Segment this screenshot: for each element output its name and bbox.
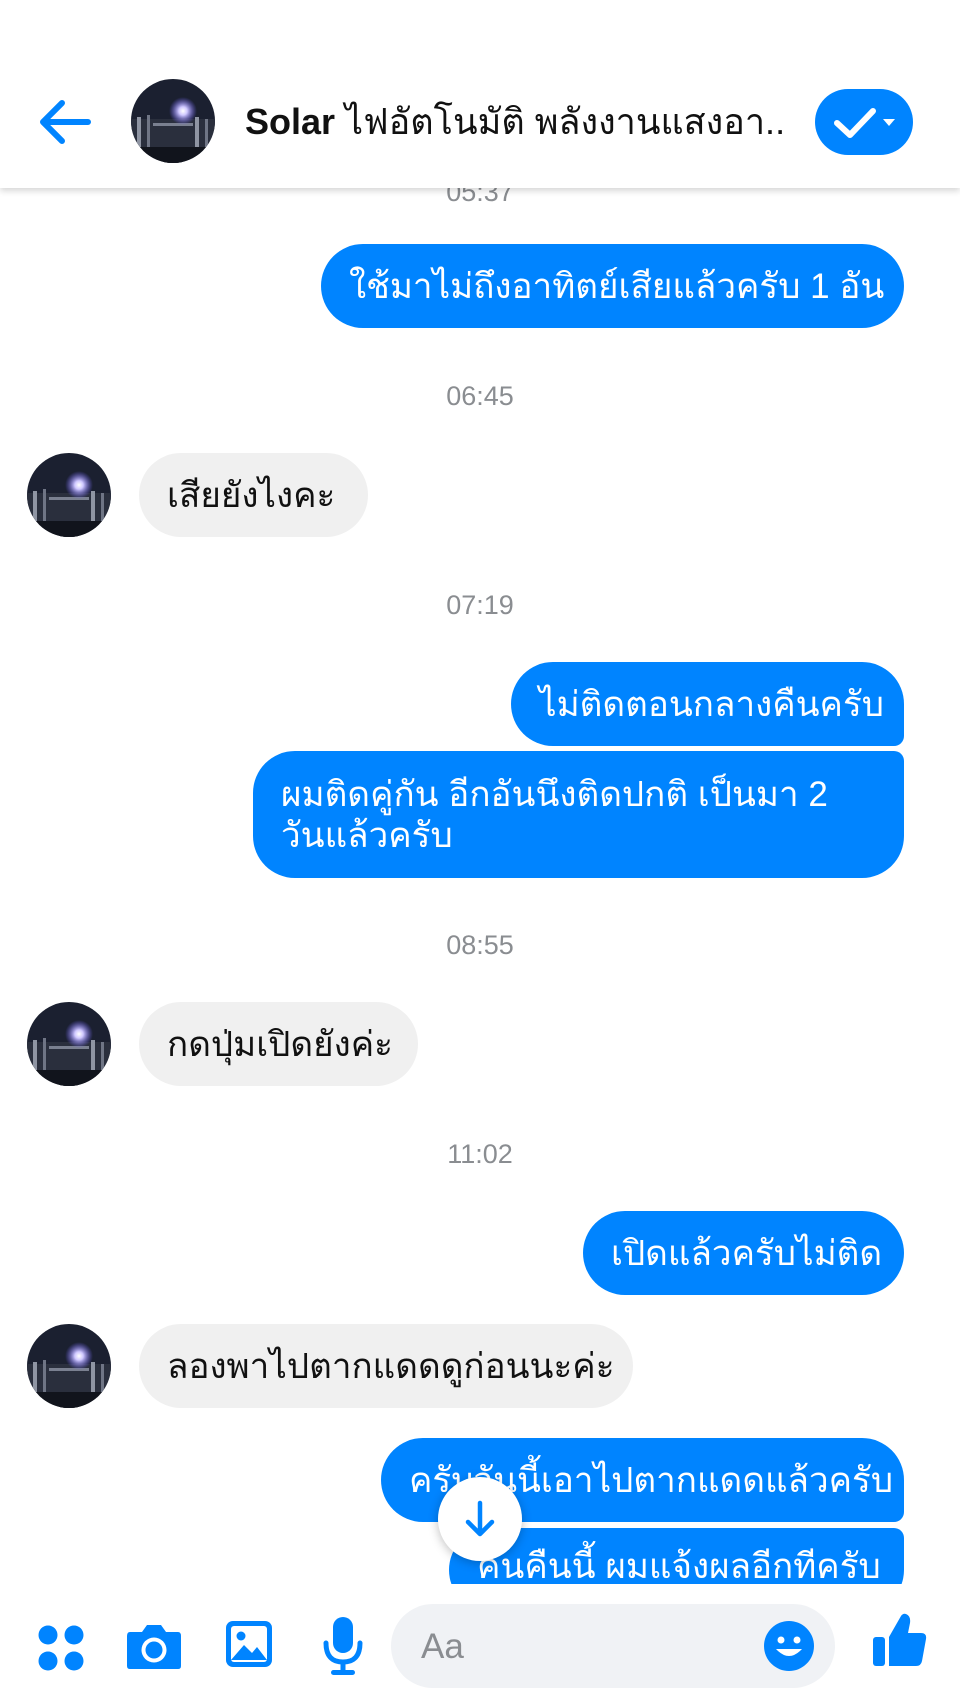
message-input-container[interactable] — [391, 1604, 835, 1688]
timestamp: 11:02 — [447, 1139, 513, 1169]
title-bold: Solar — [245, 101, 336, 142]
camera-icon[interactable] — [126, 1622, 182, 1670]
message-input[interactable] — [419, 1618, 743, 1676]
emoji-icon[interactable] — [763, 1620, 815, 1672]
conversation-title[interactable]: Solar ไฟอัตโนมัติ พลังงานแสงอา... — [245, 96, 785, 148]
title-rest: ไฟอัตโนมัติ พลังงานแสงอา... — [335, 101, 785, 142]
timestamp: 08:55 — [446, 930, 514, 960]
microphone-icon[interactable] — [322, 1616, 364, 1676]
checkmark-dropdown-icon — [834, 108, 895, 138]
outgoing-message[interactable]: ผมติดคู่กัน อีกอันนึงติดปกติ เป็นมา 2 วั… — [253, 751, 904, 878]
outgoing-message[interactable]: ไม่ติดตอนกลางคืนครับ — [511, 662, 904, 746]
contact-avatar — [27, 453, 111, 537]
conversation-header: Solar ไฟอัตโนมัติ พลังงานแสงอา... — [0, 0, 960, 188]
incoming-message[interactable]: ลองพาไปตากแดดดูก่อนนะค่ะ — [139, 1324, 633, 1408]
scroll-to-bottom-button[interactable] — [438, 1477, 522, 1561]
back-arrow-icon — [40, 100, 91, 144]
thumbs-up-icon[interactable] — [872, 1612, 928, 1668]
checkmark-dropdown-button[interactable] — [815, 89, 913, 155]
back-button[interactable] — [36, 94, 96, 150]
contact-avatar[interactable] — [131, 79, 215, 163]
scroll-down-arrow-icon — [465, 1500, 495, 1537]
incoming-message[interactable]: เสียยังไงคะ — [139, 453, 368, 537]
message-thread[interactable]: 05:37 ใช้มาไม่ถึงอาทิตย์เสียแล้วครับ 1 อ… — [0, 188, 960, 1584]
outgoing-message[interactable]: เปิดแล้วครับไม่ติด — [583, 1211, 904, 1295]
composer-bar — [0, 1584, 960, 1706]
outgoing-message[interactable]: ใช้มาไม่ถึงอาทิตย์เสียแล้วครับ 1 อัน — [321, 244, 904, 328]
gallery-image-icon[interactable] — [225, 1620, 273, 1668]
timestamp: 07:19 — [446, 590, 514, 620]
contact-avatar — [27, 1002, 111, 1086]
apps-grid-icon[interactable] — [38, 1625, 84, 1671]
incoming-message[interactable]: กดปุ่มเปิดยังค่ะ — [139, 1002, 418, 1086]
contact-avatar — [27, 1324, 111, 1408]
timestamp: 06:45 — [446, 381, 514, 411]
timestamp: 05:37 — [446, 188, 514, 207]
